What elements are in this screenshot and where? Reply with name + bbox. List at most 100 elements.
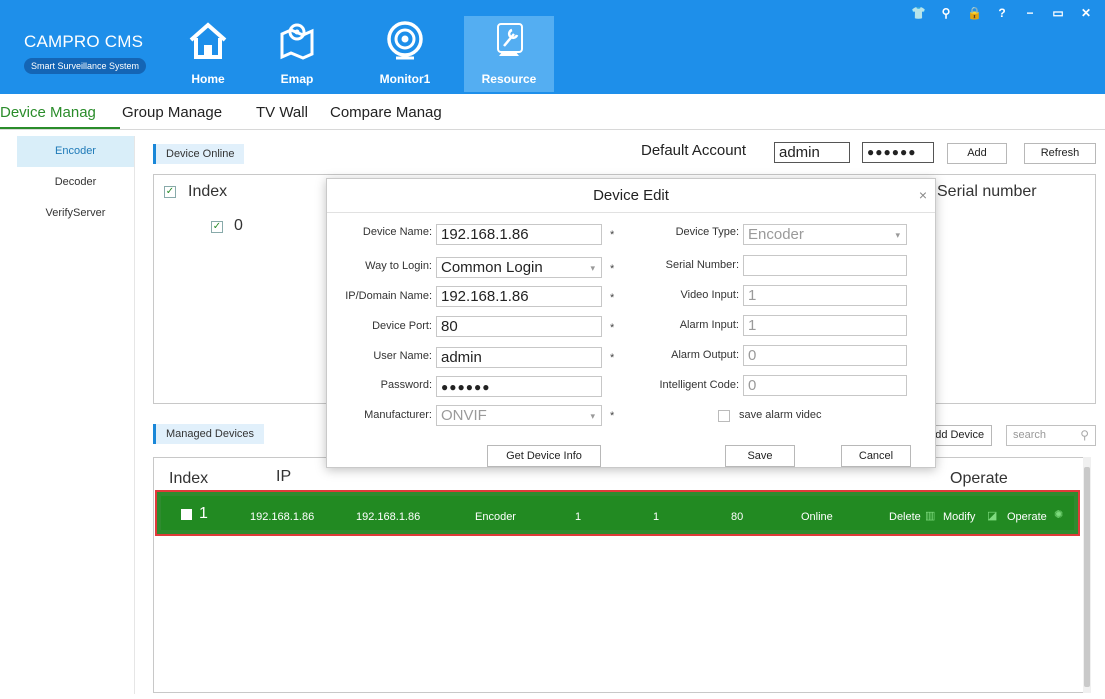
column-header-ip: IP bbox=[276, 468, 292, 485]
user-icon[interactable]: ⚲ bbox=[939, 6, 953, 20]
required-mark: * bbox=[610, 352, 615, 364]
video-input-field[interactable]: 1 bbox=[743, 285, 907, 306]
add-button[interactable]: Add bbox=[947, 143, 1007, 164]
online-row-index: 0 bbox=[234, 217, 243, 234]
section-managed-devices: Managed Devices bbox=[153, 424, 265, 444]
camera-icon bbox=[387, 21, 423, 60]
default-password-input[interactable]: ●●●●●● bbox=[862, 142, 934, 163]
app-subtitle: Smart Surveillance System bbox=[24, 58, 147, 74]
lock-icon[interactable]: 🔒 bbox=[967, 6, 982, 20]
device-port-input[interactable]: 80 bbox=[436, 316, 602, 337]
operate-link[interactable]: Operate bbox=[1007, 511, 1047, 523]
intelligent-code-field[interactable]: 0 bbox=[743, 375, 907, 396]
tab-compare-manage[interactable]: Compare Manag bbox=[330, 104, 456, 121]
password-input[interactable]: ●●●●●● bbox=[436, 376, 602, 397]
intelligent-code-label: Intelligent Code: bbox=[659, 379, 740, 391]
row-status: Online bbox=[801, 511, 833, 523]
ip-domain-input[interactable]: 192.168.1.86 bbox=[436, 286, 602, 307]
manufacturer-select[interactable]: ONVIF ▾ bbox=[436, 405, 602, 426]
alarm-input-label: Alarm Input: bbox=[679, 319, 739, 331]
chevron-down-icon: ▾ bbox=[590, 411, 595, 421]
trash-icon[interactable]: ▥ bbox=[925, 509, 935, 522]
login-way-label: Way to Login: bbox=[365, 260, 432, 272]
row-device-name: 192.168.1.86 bbox=[250, 511, 315, 523]
nav-home-label: Home bbox=[191, 72, 225, 86]
maximize-icon[interactable]: ▭ bbox=[1051, 6, 1065, 20]
device-name-label: Device Name: bbox=[362, 226, 432, 238]
select-all-checkbox[interactable]: ✓ bbox=[164, 186, 176, 198]
device-port-label: Device Port: bbox=[372, 320, 432, 332]
password-label: Password: bbox=[380, 379, 432, 391]
modify-link[interactable]: Modify bbox=[943, 511, 975, 523]
row-index: 1 bbox=[199, 505, 208, 522]
serial-number-input[interactable] bbox=[743, 255, 907, 276]
default-account-input[interactable]: admin bbox=[774, 142, 850, 163]
search-input[interactable]: search ⚲ bbox=[1006, 425, 1096, 446]
default-account-label: Default Account bbox=[641, 142, 747, 159]
tab-tv-wall[interactable]: TV Wall bbox=[256, 104, 316, 121]
get-device-info-button[interactable]: Get Device Info bbox=[487, 445, 601, 467]
nav-emap-label: Emap bbox=[280, 72, 314, 86]
sidebar-item-decoder[interactable]: Decoder bbox=[17, 167, 134, 198]
search-icon[interactable]: ⚲ bbox=[1080, 428, 1089, 442]
logo: CAMPRO CMS Smart Surveillance System bbox=[24, 32, 154, 74]
manufacturer-label: Manufacturer: bbox=[364, 409, 432, 421]
row-select-checkbox[interactable] bbox=[181, 509, 192, 520]
device-edit-dialog: Device Edit × Device Name: 192.168.1.86 … bbox=[326, 178, 936, 468]
tab-device-manage[interactable]: Device Manag bbox=[0, 104, 122, 121]
device-type-select[interactable]: Encoder ▾ bbox=[743, 224, 907, 245]
window-controls: 👕 ⚲ 🔒 ? − ▭ ✕ bbox=[911, 6, 1093, 20]
map-icon bbox=[280, 23, 314, 60]
close-icon[interactable]: ✕ bbox=[1079, 6, 1093, 20]
serial-number-label: Serial Number: bbox=[665, 259, 739, 271]
user-name-label: User Name: bbox=[373, 350, 432, 362]
ip-domain-label: IP/Domain Name: bbox=[345, 290, 432, 302]
shirt-icon[interactable]: 👕 bbox=[911, 6, 926, 20]
row-alarm-input: 1 bbox=[653, 511, 660, 523]
save-button[interactable]: Save bbox=[725, 445, 795, 467]
chevron-down-icon: ▾ bbox=[895, 230, 900, 240]
alarm-input-field[interactable]: 1 bbox=[743, 315, 907, 336]
help-icon[interactable]: ? bbox=[995, 6, 1009, 20]
gear-icon[interactable]: ✺ bbox=[1054, 508, 1063, 521]
user-name-input[interactable]: admin bbox=[436, 347, 602, 368]
delete-link[interactable]: Delete bbox=[889, 511, 921, 523]
sidebar-item-encoder[interactable]: Encoder bbox=[17, 136, 134, 167]
nav-emap[interactable]: Emap bbox=[252, 16, 342, 92]
nav-resource[interactable]: Resource bbox=[464, 16, 554, 92]
app-title: CAMPRO CMS bbox=[24, 32, 144, 51]
edit-icon[interactable]: ◪ bbox=[987, 509, 997, 522]
cancel-button[interactable]: Cancel bbox=[841, 445, 911, 467]
required-mark: * bbox=[610, 229, 615, 241]
row-ip: 192.168.1.86 bbox=[356, 511, 421, 523]
row-checkbox[interactable]: ✓ bbox=[211, 221, 223, 233]
dialog-close-icon[interactable]: × bbox=[919, 187, 927, 203]
add-device-button[interactable]: Add Device bbox=[928, 425, 992, 446]
app-header: CAMPRO CMS Smart Surveillance System Hom… bbox=[0, 0, 1105, 94]
wrench-icon bbox=[497, 23, 523, 56]
required-mark: * bbox=[610, 410, 615, 422]
refresh-button[interactable]: Refresh bbox=[1024, 143, 1096, 164]
tab-group-manage[interactable]: Group Manage bbox=[122, 104, 234, 121]
row-port: 80 bbox=[731, 511, 744, 523]
required-mark: * bbox=[610, 263, 615, 275]
nav-resource-label: Resource bbox=[481, 72, 537, 86]
section-device-online: Device Online bbox=[153, 144, 245, 164]
save-alarm-video-checkbox[interactable] bbox=[718, 410, 730, 422]
dialog-title: Device Edit bbox=[327, 179, 935, 213]
chevron-down-icon: ▾ bbox=[590, 263, 595, 273]
minimize-icon[interactable]: − bbox=[1023, 6, 1037, 20]
column-header-index: Index bbox=[169, 470, 209, 487]
alarm-output-field[interactable]: 0 bbox=[743, 345, 907, 366]
nav-monitor1-label: Monitor1 bbox=[379, 72, 431, 86]
scrollbar-thumb[interactable] bbox=[1084, 467, 1090, 687]
column-header-operate: Operate bbox=[950, 470, 1008, 487]
nav-home[interactable]: Home bbox=[163, 16, 253, 92]
table-row[interactable]: 1 192.168.1.86 192.168.1.86 Encoder 1 1 … bbox=[155, 490, 1080, 536]
table-scrollbar[interactable] bbox=[1083, 457, 1091, 693]
device-name-input[interactable]: 192.168.1.86 bbox=[436, 224, 602, 245]
sidebar-item-verifyserver[interactable]: VerifyServer bbox=[17, 198, 134, 229]
login-way-select[interactable]: Common Login ▾ bbox=[436, 257, 602, 278]
device-type-list: Encoder Decoder VerifyServer bbox=[17, 136, 135, 694]
nav-monitor1[interactable]: Monitor1 bbox=[360, 16, 450, 92]
